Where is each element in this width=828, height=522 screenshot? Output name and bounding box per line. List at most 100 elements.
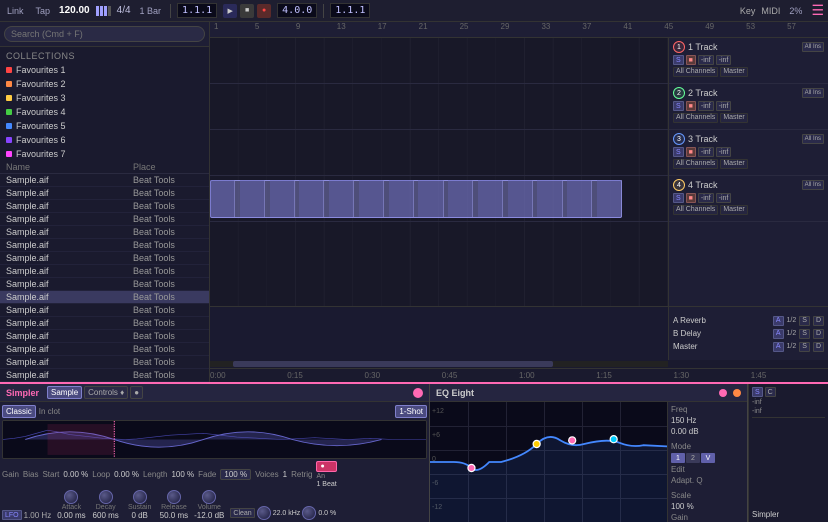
file-row[interactable]: Sample.aifBeat Tools xyxy=(0,239,209,252)
track-arm-btn[interactable]: ■ xyxy=(686,193,696,203)
classic-btn[interactable]: Classic xyxy=(2,405,36,418)
ruler-mark: 45 xyxy=(664,22,673,31)
fade-label: Fade xyxy=(198,470,216,479)
band-btn-1[interactable]: 1 xyxy=(671,453,685,463)
file-name: Sample.aif xyxy=(6,175,133,185)
track-monitor-btn[interactable]: All Ins xyxy=(802,134,824,144)
track-monitor-btn[interactable]: All Ins xyxy=(802,42,824,52)
eq-graph[interactable]: +12 +6 0 -6 -12 xyxy=(430,402,667,522)
tab-sample[interactable]: Sample xyxy=(47,386,82,399)
track-clips[interactable] xyxy=(210,176,668,221)
attack-knob[interactable] xyxy=(64,490,78,504)
track-output-select[interactable]: Master xyxy=(720,159,747,169)
track-monitor-btn[interactable]: All Ins xyxy=(802,88,824,98)
rate-btn[interactable]: ● xyxy=(316,461,336,472)
collection-item[interactable]: Favourites 5 xyxy=(0,119,209,133)
file-row[interactable]: Sample.aifBeat Tools xyxy=(0,304,209,317)
collection-item[interactable]: Favourites 1 xyxy=(0,63,209,77)
lfo-btn[interactable]: LFO xyxy=(2,510,22,520)
file-row[interactable]: Sample.aifBeat Tools xyxy=(0,291,209,304)
track-input-select[interactable]: All Channels xyxy=(673,113,718,123)
play-btn[interactable]: ▶ xyxy=(223,4,237,18)
track-output-select[interactable]: Master xyxy=(720,113,747,123)
track-input-select[interactable]: All Channels xyxy=(673,205,718,215)
file-row[interactable]: Sample.aifBeat Tools xyxy=(0,330,209,343)
inst-btn-s[interactable]: S xyxy=(752,387,763,397)
stop-btn[interactable]: ■ xyxy=(240,4,254,18)
arrangement-scrollbar[interactable] xyxy=(210,360,828,368)
track-clips[interactable] xyxy=(210,84,668,129)
waveform-display[interactable] xyxy=(2,420,427,459)
file-row[interactable]: Sample.aifBeat Tools xyxy=(0,265,209,278)
track-monitor-btn[interactable]: All Ins xyxy=(802,180,824,190)
tab-eq[interactable]: ● xyxy=(130,386,143,399)
collection-item[interactable]: Favourites 6 xyxy=(0,133,209,147)
band-btn-v[interactable]: V xyxy=(701,453,715,463)
track-send-btn[interactable]: S xyxy=(673,101,684,111)
tap-btn[interactable]: Tap xyxy=(33,5,54,17)
position-2[interactable]: 4.0.0 xyxy=(277,3,317,18)
track-send-btn[interactable]: S xyxy=(673,193,684,203)
file-row[interactable]: Sample.aifBeat Tools xyxy=(0,369,209,382)
file-row[interactable]: Sample.aifBeat Tools xyxy=(0,317,209,330)
sustain-knob[interactable] xyxy=(133,490,147,504)
filter-knob-2[interactable] xyxy=(302,506,316,520)
ruler-mark: 13 xyxy=(337,22,346,31)
collection-item[interactable]: Favourites 7 xyxy=(0,147,209,161)
collection-item[interactable]: Favourites 3 xyxy=(0,91,209,105)
track-send-btn[interactable]: S xyxy=(673,147,684,157)
edit-label: Edit xyxy=(671,465,685,474)
oneshot-btn[interactable]: 1-Shot xyxy=(395,405,427,418)
release-knob[interactable] xyxy=(167,490,181,504)
tab-controls[interactable]: Controls ♦ xyxy=(84,386,128,399)
file-row[interactable]: Sample.aifBeat Tools xyxy=(0,356,209,369)
midi-btn[interactable]: MIDI xyxy=(761,6,780,16)
track-send-btn[interactable]: S xyxy=(673,55,684,65)
return-s-btn[interactable]: A xyxy=(773,342,784,352)
track-arm-btn[interactable]: ■ xyxy=(686,101,696,111)
file-row[interactable]: Sample.aifBeat Tools xyxy=(0,343,209,356)
file-row[interactable]: Sample.aifBeat Tools xyxy=(0,252,209,265)
position-3[interactable]: 1.1.1 xyxy=(330,3,370,18)
band-btn-2[interactable]: 2 xyxy=(686,453,700,463)
return-s-btn[interactable]: A xyxy=(773,329,784,339)
record-btn[interactable]: ● xyxy=(257,4,271,18)
collection-item[interactable]: Favourites 2 xyxy=(0,77,209,91)
track-clips[interactable] xyxy=(210,38,668,83)
menu-btn[interactable]: ☰ xyxy=(811,2,824,19)
eq-expand-btn[interactable] xyxy=(733,389,741,397)
search-input[interactable] xyxy=(4,26,205,42)
key-btn[interactable]: Key xyxy=(740,6,756,16)
time-sig[interactable]: 4/4 xyxy=(117,5,131,16)
scrollbar-thumb[interactable] xyxy=(233,361,554,367)
inst-btn-c[interactable]: C xyxy=(765,387,776,397)
bpm-display[interactable]: 120.00 xyxy=(59,5,90,16)
file-row[interactable]: Sample.aifBeat Tools xyxy=(0,278,209,291)
bar-selector[interactable]: 1 Bar xyxy=(137,5,165,17)
return-s-btn[interactable]: A xyxy=(773,316,784,326)
track-output-select[interactable]: Master xyxy=(720,67,747,77)
filter-knob[interactable] xyxy=(257,506,271,520)
track-input-select[interactable]: All Channels xyxy=(673,67,718,77)
link-btn[interactable]: Link xyxy=(4,5,27,17)
file-row[interactable]: Sample.aifBeat Tools xyxy=(0,226,209,239)
sidebar: Collections Favourites 1Favourites 2Favo… xyxy=(0,22,210,382)
volume-knob[interactable] xyxy=(202,490,216,504)
track-clips[interactable] xyxy=(210,130,668,175)
track-num-circle: 1 xyxy=(673,41,685,53)
track-input-select[interactable]: All Channels xyxy=(673,159,718,169)
track-arm-btn[interactable]: ■ xyxy=(686,147,696,157)
track-arm-btn[interactable]: ■ xyxy=(686,55,696,65)
clean-btn[interactable]: Clean xyxy=(230,508,254,518)
file-row[interactable]: Sample.aifBeat Tools xyxy=(0,187,209,200)
decay-knob[interactable] xyxy=(99,490,113,504)
track-output-select[interactable]: Master xyxy=(720,205,747,215)
eq-close-btn[interactable] xyxy=(719,389,727,397)
collection-item[interactable]: Favourites 4 xyxy=(0,105,209,119)
simpler-tabs: Sample Controls ♦ ● xyxy=(47,386,143,399)
file-row[interactable]: Sample.aifBeat Tools xyxy=(0,213,209,226)
file-row[interactable]: Sample.aifBeat Tools xyxy=(0,174,209,187)
position-1[interactable]: 1.1.1 xyxy=(177,3,217,18)
file-row[interactable]: Sample.aifBeat Tools xyxy=(0,200,209,213)
close-btn[interactable] xyxy=(413,388,423,398)
